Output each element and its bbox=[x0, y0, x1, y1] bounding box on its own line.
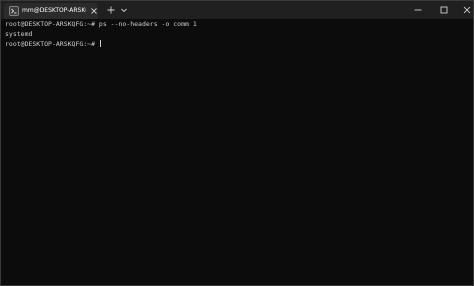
terminal-prompt-line: root@DESKTOP-ARSKQFG:~# bbox=[5, 39, 467, 49]
title-bar: mm@DESKTOP-ARSKQFG: /e bbox=[1, 1, 473, 19]
terminal-line: systemd bbox=[5, 30, 33, 38]
terminal-window: mm@DESKTOP-ARSKQFG: /e root@DESKTOP-ARSK… bbox=[0, 0, 474, 286]
maximize-icon[interactable] bbox=[439, 5, 449, 15]
terminal-output[interactable]: root@DESKTOP-ARSKQFG:~# ps --no-headers … bbox=[5, 19, 467, 283]
tab-title: mm@DESKTOP-ARSKQFG: /e bbox=[22, 7, 86, 14]
text-cursor bbox=[99, 40, 101, 47]
plus-icon[interactable] bbox=[106, 5, 116, 15]
scrollbar[interactable] bbox=[469, 21, 472, 283]
chevron-down-icon[interactable] bbox=[120, 6, 128, 14]
minimize-icon[interactable] bbox=[413, 5, 423, 15]
terminal-line: root@DESKTOP-ARSKQFG:~# ps --no-headers … bbox=[5, 20, 197, 28]
terminal-icon bbox=[9, 6, 19, 16]
close-icon[interactable] bbox=[90, 7, 98, 15]
tab-active[interactable]: mm@DESKTOP-ARSKQFG: /e bbox=[4, 3, 98, 19]
close-icon[interactable] bbox=[462, 5, 472, 15]
terminal-prompt: root@DESKTOP-ARSKQFG:~# bbox=[5, 40, 99, 48]
